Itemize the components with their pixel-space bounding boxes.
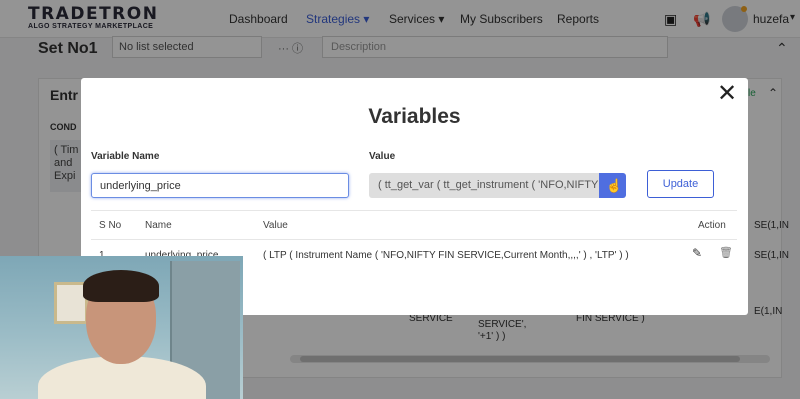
value-edit-button[interactable]: ☝	[599, 173, 626, 198]
pencil-icon[interactable]: ✎	[692, 246, 702, 260]
row-value: ( LTP ( Instrument Name ( 'NFO,NIFTY FIN…	[263, 250, 629, 261]
col-sno: S No	[99, 220, 122, 231]
variable-name-label: Variable Name	[91, 151, 160, 162]
col-name: Name	[145, 220, 172, 231]
trash-icon[interactable]: 🗑	[719, 246, 733, 259]
col-action: Action	[698, 220, 726, 231]
update-button[interactable]: Update	[647, 170, 714, 198]
modal-title: Variables	[368, 105, 461, 128]
webcam-overlay	[0, 256, 243, 399]
table-header: S No Name Value Action	[91, 210, 737, 240]
value-field[interactable]: ( tt_get_var ( tt_get_instrument ( 'NFO,…	[369, 173, 599, 198]
col-value: Value	[263, 220, 288, 231]
variable-name-input[interactable]	[91, 173, 349, 198]
close-icon[interactable]: ✕	[717, 82, 737, 106]
hand-cursor-icon: ☝	[606, 178, 623, 193]
value-label: Value	[369, 151, 396, 162]
webcam-person-hair	[83, 270, 159, 302]
